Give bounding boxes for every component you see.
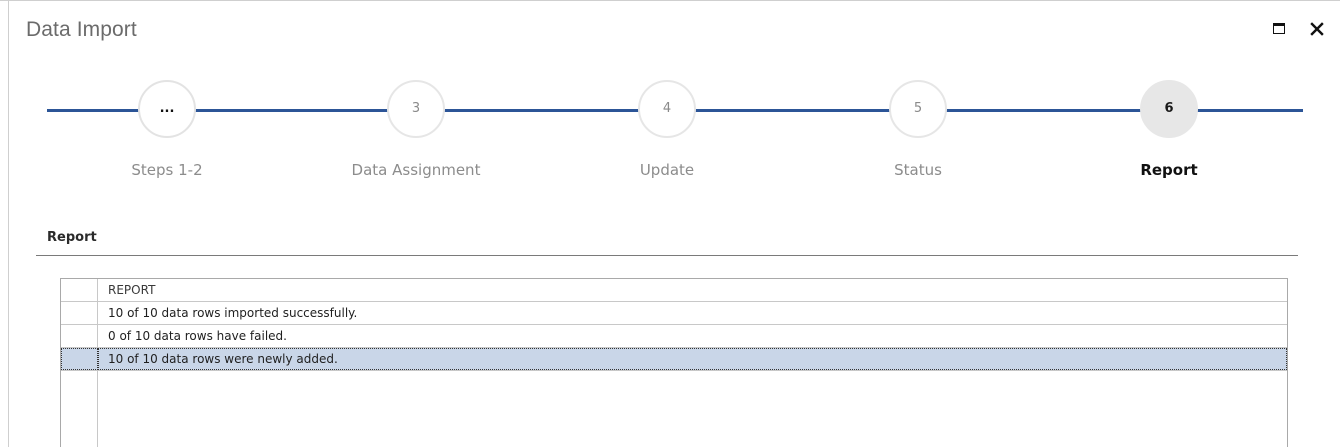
- window-title: Data Import: [26, 18, 137, 41]
- wizard-steps: ... Steps 1-2 3 Data Assignment 4 Update…: [0, 80, 1340, 190]
- step-circle: 4: [638, 80, 696, 138]
- table-row[interactable]: 0 of 10 data rows have failed.: [61, 325, 1287, 348]
- maximize-button[interactable]: [1272, 22, 1288, 38]
- row-indicator-column-empty: [61, 371, 98, 447]
- step-label: Steps 1-2: [131, 161, 203, 179]
- step-circle: ...: [138, 80, 196, 138]
- step-data-assignment[interactable]: 3 Data Assignment: [336, 80, 496, 179]
- step-label-active: Report: [1140, 161, 1198, 179]
- report-grid[interactable]: REPORT 10 of 10 data rows imported succe…: [60, 278, 1288, 447]
- step-steps-1-2[interactable]: ... Steps 1-2: [87, 80, 247, 179]
- maximize-icon: [1273, 23, 1285, 34]
- step-label: Update: [639, 161, 695, 179]
- section-divider: [36, 255, 1298, 256]
- report-cell[interactable]: 10 of 10 data rows were newly added.: [108, 352, 338, 366]
- data-import-window: Data Import ... Steps 1-2 3 Data Assignm…: [0, 0, 1340, 447]
- step-label: Data Assignment: [351, 161, 481, 179]
- table-row[interactable]: 10 of 10 data rows imported successfully…: [61, 302, 1287, 325]
- step-circle-active: 6: [1140, 80, 1198, 138]
- step-circle: 3: [387, 80, 445, 138]
- step-report[interactable]: 6 Report: [1089, 80, 1249, 179]
- close-button[interactable]: [1310, 22, 1326, 38]
- table-row-selected[interactable]: 10 of 10 data rows were newly added.: [61, 348, 1287, 371]
- grid-header-row: REPORT: [61, 279, 1287, 302]
- row-indicator[interactable]: [61, 325, 98, 347]
- step-status[interactable]: 5 Status: [838, 80, 998, 179]
- row-indicator[interactable]: [61, 348, 98, 370]
- column-header-report[interactable]: REPORT: [108, 283, 155, 297]
- section-title: Report: [47, 230, 97, 245]
- report-cell[interactable]: 10 of 10 data rows imported successfully…: [108, 306, 357, 320]
- close-icon: [1310, 22, 1324, 36]
- row-indicator[interactable]: [61, 302, 98, 324]
- report-cell[interactable]: 0 of 10 data rows have failed.: [108, 329, 287, 343]
- step-label: Status: [894, 161, 942, 179]
- step-update[interactable]: 4 Update: [587, 80, 747, 179]
- window-border-left: [8, 0, 9, 447]
- window-border-top: [0, 0, 1340, 1]
- step-circle: 5: [889, 80, 947, 138]
- row-indicator-header: [61, 279, 98, 301]
